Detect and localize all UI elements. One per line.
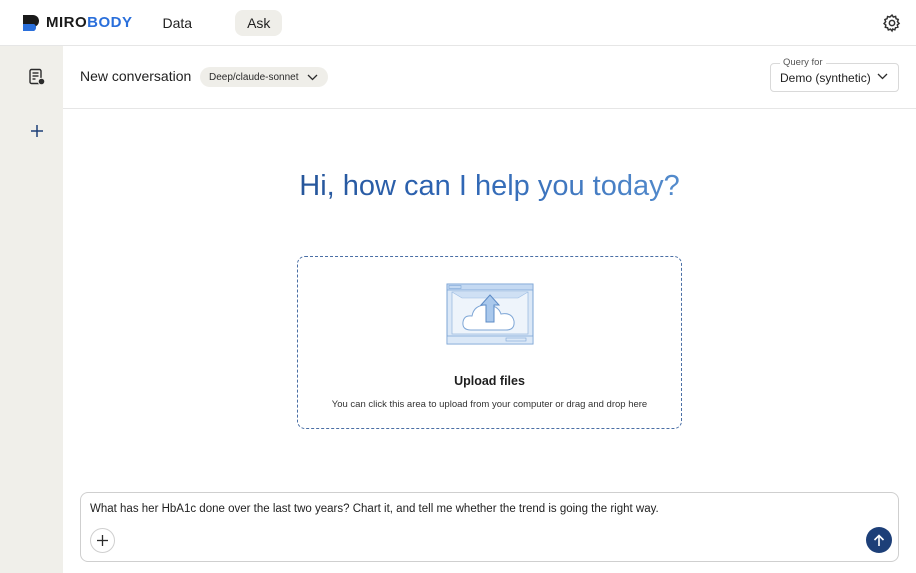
conversation-title: New conversation	[80, 68, 192, 84]
nav-tab-ask[interactable]: Ask	[235, 9, 283, 36]
message-composer[interactable]: What has her HbA1c done over the last tw…	[80, 492, 899, 562]
plus-icon[interactable]	[28, 122, 46, 140]
query-for-select[interactable]: Query for Demo (synthetic)	[770, 57, 899, 92]
arrow-up-icon	[873, 533, 885, 546]
model-selector-label: Deep/claude-sonnet	[209, 71, 299, 83]
brand-name: MIROBODY	[46, 14, 133, 31]
send-button[interactable]	[866, 527, 892, 553]
upload-illustration-icon	[446, 283, 534, 345]
sidebar	[0, 46, 63, 573]
message-input[interactable]: What has her HbA1c done over the last tw…	[90, 503, 659, 515]
chevron-down-icon	[307, 74, 317, 80]
brand-logo[interactable]: MIROBODY	[22, 14, 133, 32]
chevron-down-icon	[877, 73, 888, 80]
upload-dropzone[interactable]: Upload files You can click this area to …	[297, 256, 682, 429]
brand-mark-icon	[23, 14, 39, 31]
query-for-label: Query for	[780, 57, 826, 68]
brand-name-part1: MIRO	[46, 14, 88, 31]
gear-icon[interactable]	[882, 13, 902, 33]
top-navigation-bar: MIROBODY Data Ask	[0, 0, 916, 46]
nav-tab-data[interactable]: Data	[153, 10, 203, 36]
model-selector[interactable]: Deep/claude-sonnet	[200, 67, 328, 87]
conversation-header: New conversation Deep/claude-sonnet Quer…	[63, 46, 916, 109]
plus-icon	[97, 535, 108, 546]
query-for-value: Demo (synthetic)	[780, 71, 871, 85]
upload-subtitle: You can click this area to upload from y…	[331, 399, 648, 410]
conversation-history-icon[interactable]	[28, 68, 46, 86]
attach-button[interactable]	[90, 528, 115, 553]
greeting-heading: Hi, how can I help you today?	[63, 170, 916, 203]
upload-title: Upload files	[454, 374, 525, 388]
brand-name-part2: BODY	[87, 14, 133, 31]
